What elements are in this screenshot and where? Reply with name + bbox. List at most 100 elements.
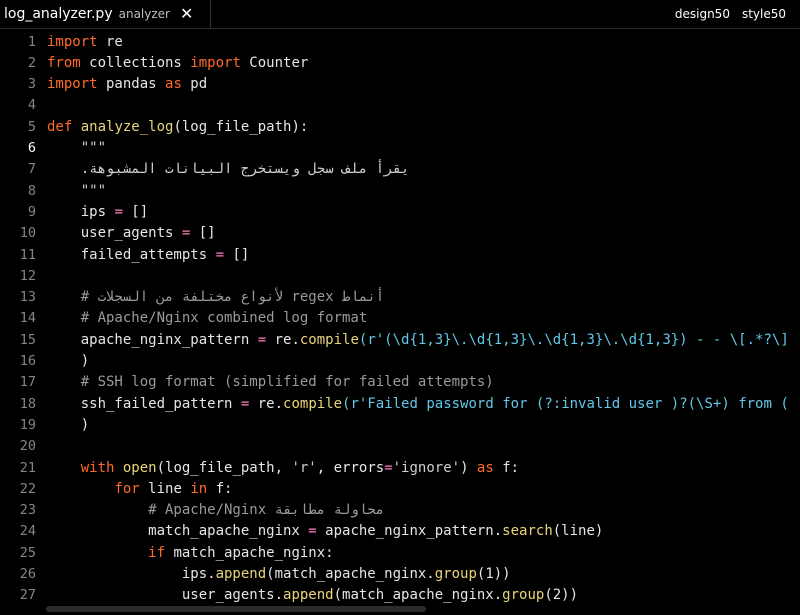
code-token: ips. xyxy=(47,566,216,582)
tab-log-analyzer[interactable]: log_analyzer.py analyzer ✕ xyxy=(0,0,211,28)
code-token: f: xyxy=(207,480,233,497)
code-token: open xyxy=(122,459,157,476)
code-line[interactable]: 11 failed_attempts = [] xyxy=(0,244,800,265)
code-text: """ xyxy=(47,183,106,199)
code-line[interactable]: 23 # Apache/Nginx محاولة مطابقة xyxy=(0,500,800,521)
code-line[interactable]: 10 user_agents = [] xyxy=(0,223,800,244)
code-token: user_agents. xyxy=(47,587,284,604)
line-number: 23 xyxy=(19,502,36,519)
line-number: 3 xyxy=(27,76,36,93)
code-token: = xyxy=(257,331,267,348)
line-number: 16 xyxy=(19,353,36,369)
code-text: """ xyxy=(47,140,106,156)
code-text: apache_nginx_pattern = re.compile(r'(\d{… xyxy=(47,332,789,348)
code-text: ips.append(match_apache_nginx.group(1)) xyxy=(47,566,511,582)
line-number: 2 xyxy=(27,54,36,71)
code-token: ssh_failed_pattern xyxy=(47,395,241,412)
code-token: compile xyxy=(283,395,343,412)
code-token: match_apache_nginx: xyxy=(165,544,334,561)
code-token: 'ignore' xyxy=(392,459,461,476)
code-line[interactable]: 19 ) xyxy=(0,414,800,435)
line-number: 7 xyxy=(27,161,36,178)
code-line[interactable]: 16 ) xyxy=(0,351,800,372)
code-line[interactable]: 17 # SSH log format (simplified for fail… xyxy=(0,372,800,393)
line-number: 22 xyxy=(19,480,36,497)
code-line[interactable]: 22 for line in f: xyxy=(0,478,800,499)
code-text: failed_attempts = [] xyxy=(47,246,250,263)
code-line[interactable]: 24 match_apache_nginx = apache_nginx_pat… xyxy=(0,521,800,542)
line-number: 15 xyxy=(19,331,36,348)
code-line[interactable]: 20 xyxy=(0,436,800,457)
code-line[interactable]: 3 import pandas as pd xyxy=(0,74,800,95)
code-text: def analyze_log(log_file_path): xyxy=(47,119,308,135)
code-line[interactable]: 13 # لأنواع مختلفة من السجلات regex أنما… xyxy=(0,287,800,308)
code-token: group xyxy=(502,587,545,604)
code-line[interactable]: 14 # Apache/Nginx combined log format xyxy=(0,308,800,329)
code-line[interactable]: 9 ips = [] xyxy=(0,201,800,222)
code-token: as xyxy=(165,76,182,93)
line-number: 10 xyxy=(19,225,36,242)
code-token: # SSH log format (simplified for failed … xyxy=(47,374,494,391)
code-line[interactable]: 21 with open(log_file_path, 'r', errors=… xyxy=(0,457,800,478)
code-token: , errors xyxy=(316,459,385,476)
code-token: (1)) xyxy=(476,566,511,582)
line-number: 25 xyxy=(19,544,36,561)
code-line[interactable]: 5 def analyze_log(log_file_path): xyxy=(0,116,800,137)
code-line[interactable]: 25 if match_apache_nginx: xyxy=(0,542,800,563)
code-token: 'r' xyxy=(291,459,317,476)
code-token: compile xyxy=(299,331,359,348)
code-token: ips xyxy=(47,203,115,220)
code-line[interactable]: 26 ips.append(match_apache_nginx.group(1… xyxy=(0,564,800,585)
code-line[interactable]: 7 .يقرأ ملف سجل ويستخرج البيانات المشبوه… xyxy=(0,159,800,180)
right-tabs: design50 style50 xyxy=(675,0,786,28)
code-line[interactable]: 27 user_agents.append(match_apache_nginx… xyxy=(0,585,800,606)
code-line[interactable]: 2 from collections import Counter xyxy=(0,52,800,73)
code-token: [] xyxy=(224,246,250,263)
code-editor[interactable]: 1 import re 2 from collections import Count… xyxy=(0,30,800,615)
line-number: 13 xyxy=(19,289,36,306)
code-token: analyze_log xyxy=(80,118,174,135)
close-icon[interactable]: ✕ xyxy=(180,6,193,22)
horizontal-scrollbar[interactable] xyxy=(46,606,426,612)
code-token: def xyxy=(47,118,73,135)
code-line[interactable]: 6 """ xyxy=(0,138,800,159)
tab-folder: analyzer xyxy=(118,7,170,21)
code-token: (match_apache_nginx. xyxy=(333,587,503,604)
code-line[interactable]: 1 import re xyxy=(0,31,800,52)
code-token: pandas xyxy=(97,76,166,93)
code-line[interactable]: 18 ssh_failed_pattern = re.compile(r'Fai… xyxy=(0,393,800,414)
code-token: = xyxy=(215,246,225,263)
code-token: ) xyxy=(47,416,90,433)
line-number: 11 xyxy=(19,246,36,263)
code-token: failed_attempts xyxy=(47,246,216,263)
code-text: ips = [] xyxy=(47,204,148,220)
tab-style50[interactable]: style50 xyxy=(742,7,786,21)
code-token: (r'(\d{1,3}\.\d{1,3}\.\d{1,3}\.\d{1,3}) … xyxy=(358,331,789,348)
line-number: 18 xyxy=(19,395,36,412)
code-token: import xyxy=(47,76,98,93)
code-token: (r'Failed password for (?:invalid user )… xyxy=(342,395,789,412)
code-token: = xyxy=(384,459,393,476)
line-number: 24 xyxy=(19,523,36,540)
code-text: .يقرأ ملف سجل ويستخرج البيانات المشبوهة xyxy=(47,161,410,178)
code-line[interactable]: 15 apache_nginx_pattern = re.compile(r'(… xyxy=(0,329,800,350)
line-number: 1 xyxy=(27,33,36,50)
code-text: match_apache_nginx = apache_nginx_patter… xyxy=(47,523,603,539)
code-token: (line) xyxy=(552,523,604,540)
line-number: 5 xyxy=(27,118,36,135)
code-line[interactable]: 4 xyxy=(0,95,800,116)
tab-design50[interactable]: design50 xyxy=(675,7,730,21)
tab-filename: log_analyzer.py xyxy=(4,6,113,22)
code-token: .يقرأ ملف سجل ويستخرج البيانات المشبوهة xyxy=(47,161,410,178)
code-line[interactable]: 8 """ xyxy=(0,180,800,201)
code-token: (2)) xyxy=(544,587,579,604)
code-token: append xyxy=(215,566,267,582)
code-token: """ xyxy=(47,140,107,156)
code-token: match_apache_nginx xyxy=(47,523,309,540)
code-token: user_agents xyxy=(47,225,182,242)
code-line[interactable]: 12 xyxy=(0,265,800,286)
code-token: with xyxy=(80,459,115,476)
line-number: 9 xyxy=(27,203,36,220)
